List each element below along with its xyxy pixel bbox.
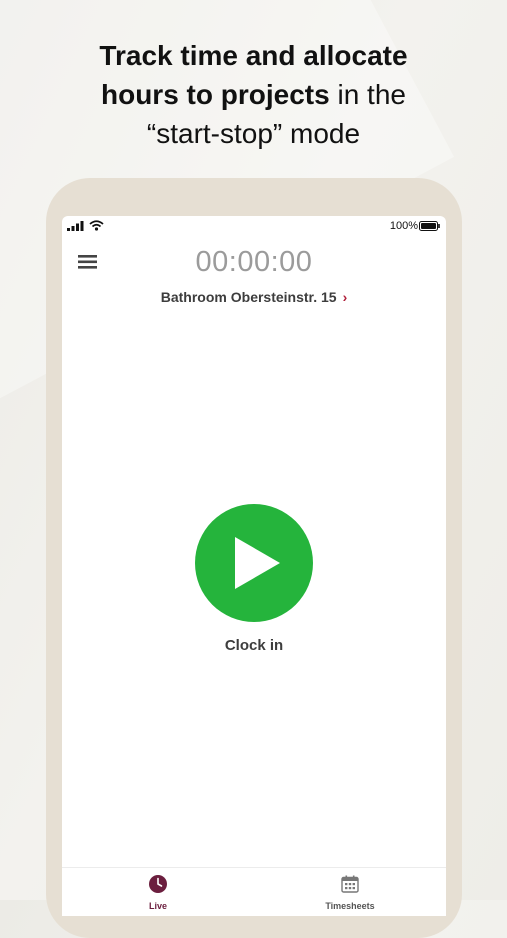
project-selector[interactable]: Bathroom Obersteinstr. 15 › bbox=[62, 289, 446, 305]
tab-live[interactable]: Live bbox=[98, 874, 218, 911]
signal-icon bbox=[67, 221, 84, 231]
battery-icon bbox=[419, 221, 440, 231]
tab-bar: Live Timesheets bbox=[62, 867, 446, 916]
tab-timesheets[interactable]: Timesheets bbox=[290, 874, 410, 911]
headline-line-2-bold: hours to projects bbox=[101, 79, 330, 110]
headline-line-1: Track time and allocate bbox=[99, 40, 408, 71]
headline: Track time and allocate hours to project… bbox=[0, 36, 507, 153]
battery-percent: 100% bbox=[389, 220, 418, 232]
play-icon bbox=[235, 537, 280, 589]
tab-timesheets-label: Timesheets bbox=[325, 901, 375, 911]
wifi-icon bbox=[89, 220, 104, 231]
chevron-right-icon: › bbox=[342, 289, 348, 305]
calendar-icon bbox=[341, 875, 359, 893]
project-name: Bathroom Obersteinstr. 15 bbox=[160, 289, 337, 305]
clock-in-label: Clock in bbox=[224, 637, 284, 654]
timer-display: 00:00:00 bbox=[195, 246, 313, 278]
headline-line-2-rest: in the bbox=[329, 79, 406, 110]
clock-in-button[interactable] bbox=[195, 504, 313, 622]
clock-icon bbox=[149, 875, 167, 893]
headline-line-3: “start-stop” mode bbox=[146, 118, 361, 149]
app-screen: 100% 00:00:00 Bathroom Obersteinstr. 15 ›… bbox=[62, 216, 446, 916]
tab-live-label: Live bbox=[148, 901, 167, 911]
status-bar: 100% bbox=[62, 216, 446, 236]
